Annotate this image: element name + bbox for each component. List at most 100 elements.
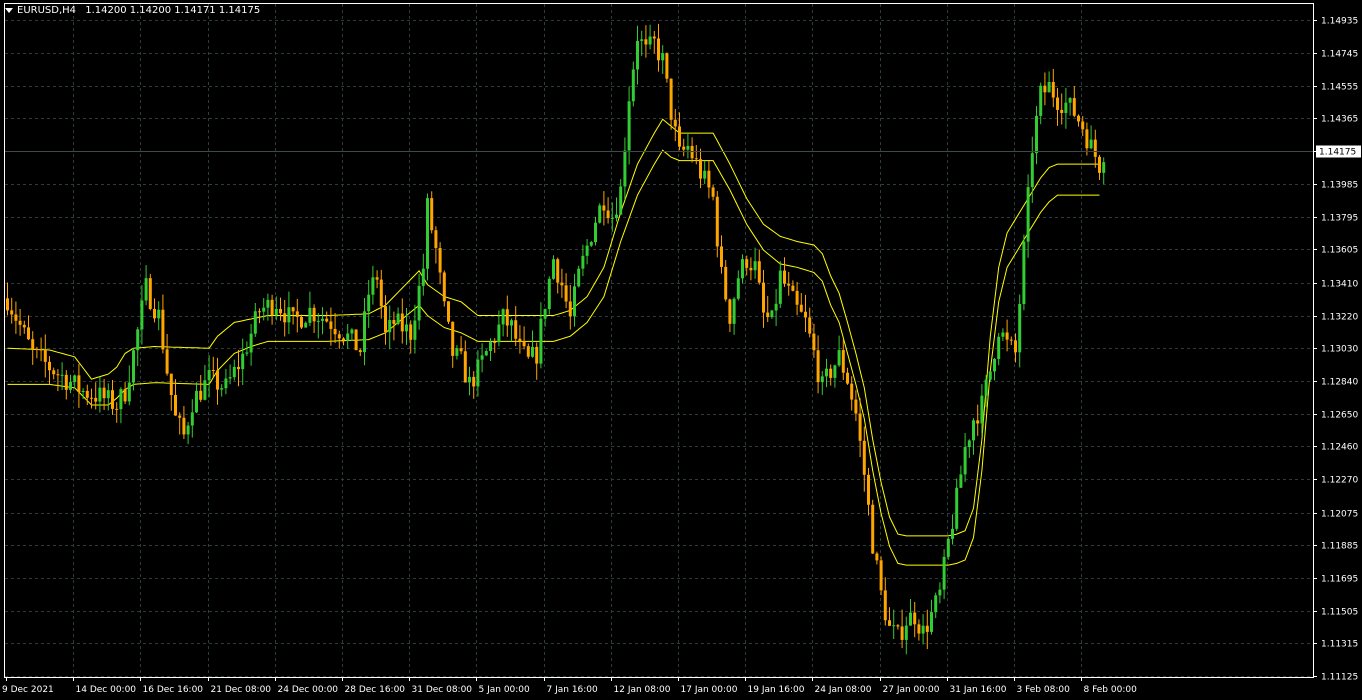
- bull-candle: [245, 352, 249, 354]
- y-tick-label: 1.13220: [1321, 313, 1358, 323]
- bear-candle: [808, 317, 812, 334]
- bull-candle: [993, 359, 996, 372]
- bear-candle: [1056, 97, 1059, 110]
- time-axis[interactable]: 9 Dec 2021 14 Dec 00:00 16 Dec 16:00 21 Dec…: [2, 677, 1137, 695]
- bull-candle: [60, 374, 64, 376]
- bear-candle: [728, 299, 732, 324]
- bull-candle: [967, 440, 971, 448]
- bear-candle: [39, 349, 43, 351]
- bull-candle: [938, 589, 942, 596]
- price-axis[interactable]: 1.14935 1.14745 1.14555 1.14365 1.14175 1.139…: [1313, 17, 1358, 683]
- bull-candle: [539, 318, 543, 364]
- bull-candle: [753, 261, 757, 271]
- bear-candle: [858, 413, 862, 441]
- y-tick-label: 1.13605: [1321, 246, 1358, 256]
- bull-candle: [951, 528, 954, 539]
- bull-candle: [119, 389, 123, 410]
- bull-candle: [1018, 304, 1022, 353]
- bull-candle: [106, 390, 110, 399]
- bear-candle: [174, 394, 177, 416]
- bear-candle: [463, 351, 467, 383]
- price-chart[interactable]: 1.14935 1.14745 1.14555 1.14365 1.14175 1.139…: [0, 0, 1362, 700]
- bear-candle: [526, 346, 530, 357]
- bull-candle: [594, 222, 597, 243]
- candlesticks: [6, 23, 1106, 655]
- bull-candle: [946, 538, 950, 557]
- bull-candle: [249, 333, 253, 353]
- y-tick-label: 1.13030: [1321, 345, 1358, 355]
- bull-candle: [972, 420, 975, 441]
- bull-candle: [837, 350, 841, 366]
- bear-candle: [18, 320, 22, 325]
- bear-candle: [749, 267, 753, 271]
- bull-candle: [619, 186, 623, 215]
- bull-candle: [287, 307, 291, 323]
- bull-candle: [615, 214, 618, 219]
- bear-candle: [434, 230, 438, 248]
- envelope-lower-line: [7, 149, 1100, 566]
- bear-candle: [707, 170, 711, 188]
- dropdown-triangle-icon[interactable]: [5, 8, 13, 13]
- bull-candle: [531, 346, 534, 357]
- bull-candle: [904, 625, 908, 640]
- x-tick-label: 27 Jan 00:00: [883, 685, 940, 695]
- bull-candle: [1022, 241, 1026, 305]
- y-tick-label: 1.11315: [1321, 640, 1358, 650]
- bull-candle: [396, 313, 400, 324]
- bear-candle: [644, 39, 648, 45]
- y-tick-label: 1.14935: [1321, 17, 1358, 27]
- y-tick-label: 1.12840: [1321, 378, 1358, 388]
- bull-candle: [988, 371, 992, 380]
- bull-candle: [703, 170, 707, 179]
- ohlc-close: 1.14175: [218, 5, 261, 16]
- bull-candle: [81, 390, 85, 393]
- bear-candle: [459, 348, 463, 352]
- bull-candle: [984, 379, 988, 396]
- x-tick-label: 17 Jan 00:00: [681, 685, 738, 695]
- y-tick-label: 1.11505: [1321, 608, 1358, 618]
- bear-candle: [10, 310, 14, 315]
- bear-candle: [27, 327, 30, 340]
- bull-candle: [577, 268, 581, 287]
- bear-candle: [90, 397, 93, 399]
- bear-candle: [762, 282, 765, 313]
- bear-candle: [535, 346, 539, 364]
- bull-candle: [909, 612, 912, 626]
- chart-header[interactable]: EURUSD,H4 1.14200 1.14200 1.14171 1.1417…: [5, 5, 260, 17]
- bear-candle: [568, 301, 572, 317]
- bear-candle: [1014, 340, 1017, 353]
- bull-candle: [627, 101, 631, 151]
- bull-candle: [321, 318, 324, 321]
- y-tick-label: 1.12075: [1321, 510, 1358, 520]
- bear-candle: [669, 78, 673, 120]
- bull-candle: [241, 353, 245, 370]
- bull-candle: [253, 311, 257, 334]
- bear-candle: [169, 373, 173, 395]
- y-tick-label: 1.14745: [1321, 50, 1358, 60]
- bear-candle: [64, 374, 68, 390]
- bull-candle: [262, 307, 266, 312]
- bear-candle: [766, 312, 770, 318]
- bull-candle: [598, 205, 602, 223]
- bull-candle: [363, 311, 366, 353]
- bear-candle: [799, 304, 803, 312]
- bear-candle: [564, 285, 568, 302]
- x-tick-label: 7 Jan 16:00: [547, 685, 599, 695]
- symbol-timeframe: EURUSD,H4: [17, 5, 77, 16]
- x-tick-label: 31 Jan 16:00: [950, 685, 1007, 695]
- bear-candle: [665, 53, 669, 79]
- bear-candle: [690, 145, 694, 159]
- bear-candle: [442, 272, 446, 302]
- bear-candle: [447, 301, 450, 322]
- bull-candle: [1026, 187, 1030, 242]
- bull-candle: [421, 268, 425, 286]
- bull-candle: [547, 278, 551, 310]
- bear-candle: [896, 625, 900, 627]
- bear-candle: [812, 333, 816, 351]
- x-tick-label: 14 Dec 00:00: [76, 685, 137, 695]
- bull-candle: [73, 375, 77, 383]
- bull-candle: [266, 299, 270, 308]
- bear-candle: [493, 342, 497, 344]
- bull-candle: [959, 474, 963, 488]
- bull-candle: [405, 324, 408, 332]
